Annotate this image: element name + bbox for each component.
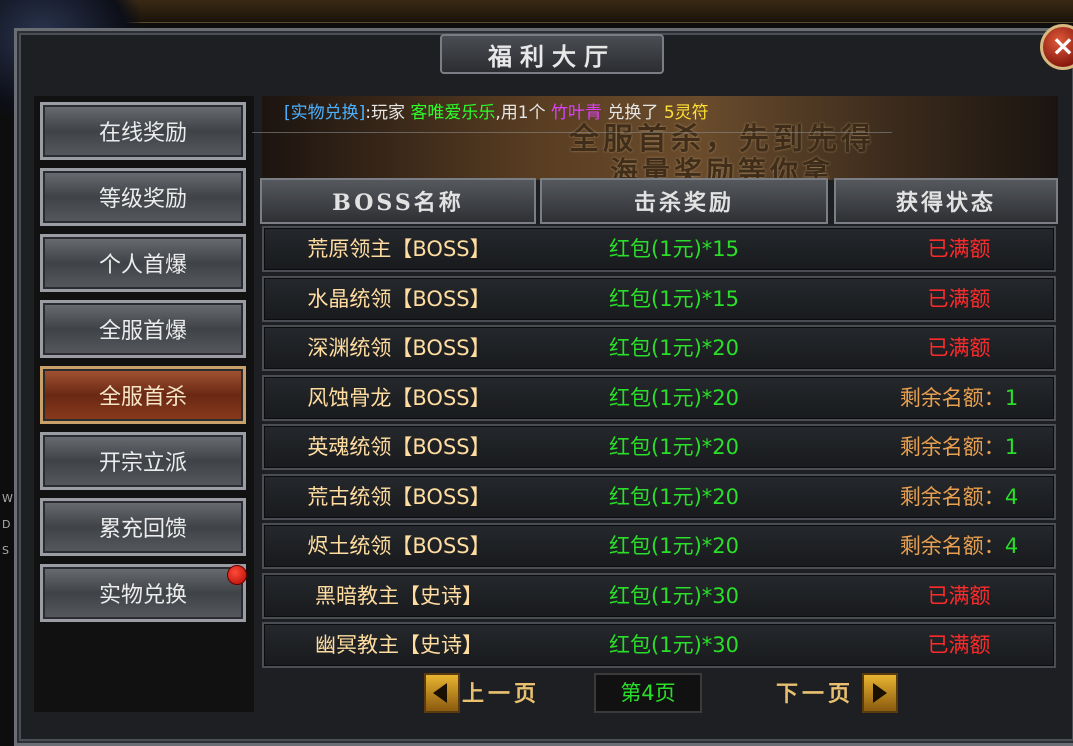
claim-status: 剩余名额：4 — [814, 525, 1073, 567]
remaining-count: 4 — [1004, 484, 1019, 509]
claim-status: 已满额 — [814, 624, 1073, 666]
table-row: 黑暗教主【史诗】 红包(1元)*30 已满额 — [262, 572, 1056, 619]
side-menu: 在线奖励等级奖励个人首爆全服首爆全服首杀开宗立派累充回馈实物兑换 — [34, 96, 254, 712]
status-text: 已满额 — [927, 633, 991, 657]
boss-name: 黑暗教主【史诗】 — [315, 583, 483, 608]
menu-item-4[interactable]: 全服首杀 — [40, 366, 246, 424]
notice-player[interactable]: 客唯爱乐乐 — [410, 103, 495, 123]
status-text: 已满额 — [927, 583, 991, 608]
menu-item-6[interactable]: 累充回馈 — [40, 498, 246, 556]
kill-reward: 红包(1元)*30 — [609, 583, 739, 608]
boss-name: 深渊统领【BOSS】 — [307, 336, 491, 360]
remaining-count: 4 — [1004, 534, 1019, 558]
side-hotkey-letters: W D S — [2, 486, 13, 564]
boss-name: 荒古统领【BOSS】 — [307, 484, 491, 509]
status-text: 剩余名额： — [899, 534, 1005, 558]
notice-gain: 5灵符 — [663, 103, 709, 123]
status-text: 已满额 — [927, 237, 991, 261]
status-text: 剩余名额： — [899, 435, 1005, 459]
kill-reward: 红包(1元)*20 — [609, 484, 739, 509]
menu-item-label: 等级奖励 — [98, 187, 187, 212]
menu-item-label: 全服首杀 — [98, 385, 187, 410]
remaining-count: 1 — [1004, 435, 1019, 459]
remaining-count: 1 — [1004, 385, 1019, 410]
menu-item-3[interactable]: 全服首爆 — [40, 300, 246, 358]
notice-text-3: 兑换了 — [602, 103, 664, 123]
notice-text-1: :玩家 — [365, 103, 411, 123]
kill-reward: 红包(1元)*15 — [609, 237, 739, 261]
claim-status: 剩余名额：1 — [814, 377, 1073, 419]
kill-reward: 红包(1元)*20 — [609, 435, 739, 459]
kill-reward: 红包(1元)*20 — [609, 385, 739, 410]
next-page-label[interactable]: 下一页 — [776, 676, 854, 708]
table-row: 荒原领主【BOSS】 红包(1元)*15 已满额 — [262, 226, 1056, 272]
menu-item-7[interactable]: 实物兑换 — [40, 564, 247, 622]
menu-item-label: 开宗立派 — [98, 451, 187, 476]
window-title-bar: 福利大厅 — [440, 34, 664, 74]
next-page-button[interactable] — [862, 673, 898, 713]
status-text: 剩余名额： — [899, 385, 1005, 410]
notice-underline — [252, 132, 892, 133]
status-text: 剩余名额： — [899, 484, 1005, 509]
claim-status: 已满额 — [814, 228, 1073, 270]
kill-reward: 红包(1元)*20 — [609, 534, 739, 558]
table-row: 烬土统领【BOSS】 红包(1元)*20 剩余名额：4 — [262, 523, 1056, 569]
kill-reward: 红包(1元)*30 — [609, 633, 739, 657]
prev-page-button[interactable] — [424, 673, 460, 713]
table-row: 水晶统领【BOSS】 红包(1元)*15 已满额 — [262, 275, 1056, 322]
header-status: 获得状态 — [834, 178, 1058, 224]
menu-item-1[interactable]: 等级奖励 — [40, 168, 246, 226]
hotkey-s: S — [2, 544, 9, 557]
menu-item-label: 个人首爆 — [98, 253, 187, 278]
banner-line-2: 海量奖励等你拿 — [609, 155, 834, 180]
header-kill-reward: 击杀奖励 — [540, 178, 828, 224]
table-header: BOSS名称 击杀奖励 获得状态 — [260, 178, 1058, 224]
kill-reward: 红包(1元)*15 — [609, 286, 739, 311]
table-row: 风蚀骨龙【BOSS】 红包(1元)*20 剩余名额：1 — [262, 374, 1056, 421]
arrow-right-icon — [873, 683, 887, 703]
boss-name: 荒原领主【BOSS】 — [307, 237, 491, 261]
arrow-left-icon — [433, 683, 447, 703]
claim-status: 已满额 — [814, 327, 1073, 369]
notification-dot-icon — [227, 565, 247, 585]
menu-item-5[interactable]: 开宗立派 — [40, 432, 246, 490]
hotkey-d: D — [2, 518, 11, 531]
table-row: 荒古统领【BOSS】 红包(1元)*20 剩余名额：4 — [262, 473, 1056, 520]
notice-item[interactable]: 竹叶青 — [551, 103, 602, 123]
claim-status: 剩余名额：4 — [814, 476, 1073, 518]
menu-item-label: 在线奖励 — [98, 121, 187, 146]
menu-item-label: 全服首爆 — [98, 319, 187, 344]
status-text: 已满额 — [927, 286, 991, 311]
boss-name: 英魂统领【BOSS】 — [307, 435, 491, 459]
claim-status: 已满额 — [814, 575, 1073, 617]
kill-reward: 红包(1元)*20 — [609, 336, 739, 360]
boss-name: 水晶统领【BOSS】 — [307, 286, 491, 311]
hotkey-w: W — [2, 492, 13, 505]
table-row: 幽冥教主【史诗】 红包(1元)*30 已满额 — [262, 622, 1056, 668]
exchange-notice: [实物兑换]:玩家 客唯爱乐乐,用1个 竹叶青 兑换了 5灵符 — [284, 98, 709, 123]
notice-text-2: ,用1个 — [495, 103, 552, 123]
boss-name: 烬土统领【BOSS】 — [307, 534, 491, 558]
prev-page-label[interactable]: 上一页 — [462, 676, 540, 708]
menu-item-2[interactable]: 个人首爆 — [40, 234, 246, 292]
boss-name: 幽冥教主【史诗】 — [315, 633, 483, 657]
window-title: 福利大厅 — [488, 41, 616, 71]
top-hud-strip — [0, 0, 1073, 23]
menu-item-0[interactable]: 在线奖励 — [40, 102, 246, 160]
menu-item-label: 累充回馈 — [98, 517, 187, 542]
menu-item-label: 实物兑换 — [98, 583, 187, 608]
current-page: 第4页 — [594, 673, 702, 713]
boss-name: 风蚀骨龙【BOSS】 — [307, 385, 491, 410]
status-text: 已满额 — [927, 336, 991, 360]
table-row: 深渊统领【BOSS】 红包(1元)*20 已满额 — [262, 325, 1056, 371]
claim-status: 剩余名额：1 — [814, 426, 1073, 468]
table-row: 英魂统领【BOSS】 红包(1元)*20 剩余名额：1 — [262, 424, 1056, 470]
header-boss-name: BOSS名称 — [260, 178, 536, 224]
claim-status: 已满额 — [814, 278, 1073, 320]
notice-tag[interactable]: [实物兑换] — [284, 103, 365, 123]
